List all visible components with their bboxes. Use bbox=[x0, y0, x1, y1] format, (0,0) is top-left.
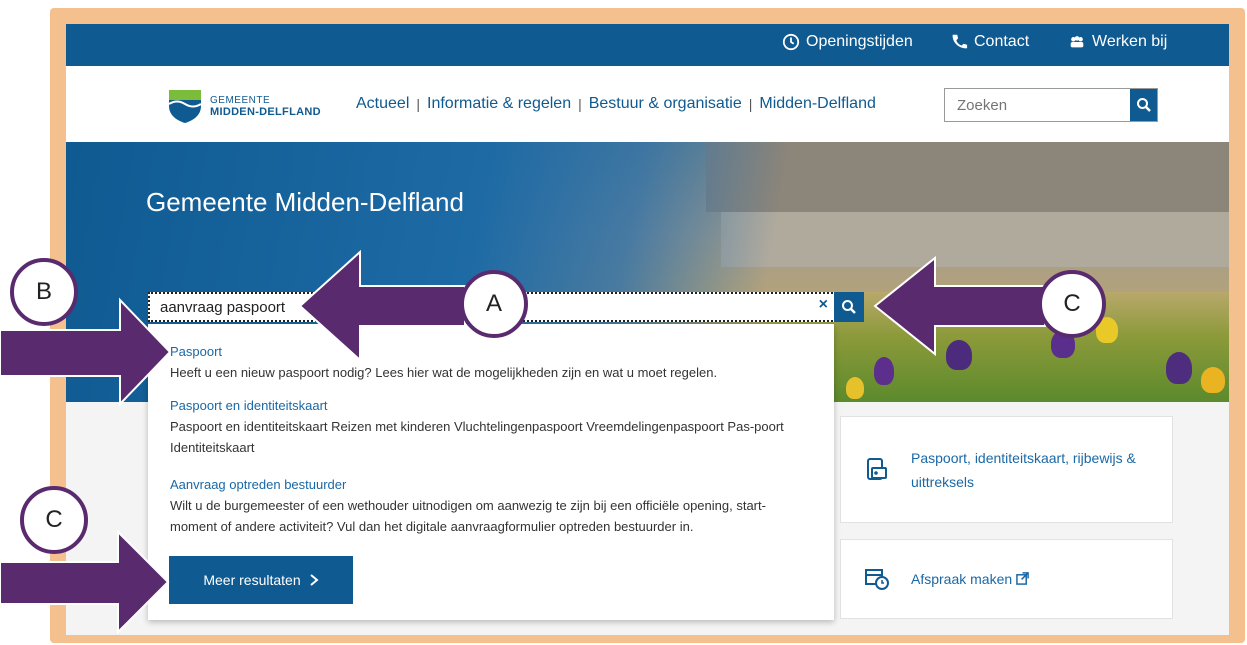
header-search bbox=[944, 88, 1158, 122]
nav-separator: | bbox=[748, 96, 753, 112]
hero-title: Gemeente Midden-Delfland bbox=[146, 187, 464, 217]
result-text: Paspoort en identiteitskaart Reizen met … bbox=[170, 419, 784, 455]
search-icon bbox=[1136, 98, 1151, 112]
werken-bij-link[interactable]: Werken bij bbox=[1068, 33, 1167, 51]
crocus-flower bbox=[1201, 367, 1225, 393]
more-results-label: Meer resultaten bbox=[203, 572, 301, 588]
nav-item-bestuur[interactable]: Bestuur & organisatie bbox=[589, 95, 742, 113]
external-link-icon bbox=[1016, 572, 1029, 585]
result-title[interactable]: Paspoort bbox=[170, 341, 810, 362]
card-afspraak-label: Afspraak maken bbox=[911, 567, 1029, 591]
result-title[interactable]: Aanvraag optreden bestuurder bbox=[170, 474, 810, 495]
nav-separator: | bbox=[416, 96, 421, 112]
nav-separator: | bbox=[578, 96, 582, 112]
nav-item-midden-delfland[interactable]: Midden-Delfland bbox=[759, 95, 876, 113]
result-item[interactable]: Paspoort Heeft u een nieuw paspoort nodi… bbox=[170, 341, 810, 383]
marker-a: A bbox=[460, 270, 528, 338]
crocus-flower bbox=[874, 357, 894, 385]
card-paspoort[interactable]: Paspoort, identiteitskaart, rijbewijs & … bbox=[840, 416, 1173, 523]
openingstijden-label: Openingstijden bbox=[806, 33, 913, 50]
clock-icon bbox=[782, 33, 800, 51]
openingstijden-link[interactable]: Openingstijden bbox=[782, 33, 913, 51]
werken-bij-label: Werken bij bbox=[1092, 33, 1168, 50]
header-search-button[interactable] bbox=[1130, 89, 1157, 121]
card-afspraak-text: Afspraak maken bbox=[911, 571, 1013, 587]
id-card-icon bbox=[867, 457, 887, 480]
logo-line2: MIDDEN-DELFLAND bbox=[210, 105, 321, 118]
marker-c-top: C bbox=[1038, 270, 1106, 338]
municipality-logo[interactable]: GEMEENTE MIDDEN-DELFLAND bbox=[168, 88, 321, 124]
chevron-right-icon bbox=[310, 574, 319, 586]
main-header: GEMEENTE MIDDEN-DELFLAND Actueel | Infor… bbox=[66, 66, 1229, 142]
result-item[interactable]: Paspoort en identiteitskaart Paspoort en… bbox=[170, 395, 810, 458]
hero-search-button[interactable] bbox=[834, 292, 864, 322]
logo-line1: GEMEENTE bbox=[210, 94, 271, 106]
more-results-button[interactable]: Meer resultaten bbox=[169, 556, 353, 604]
result-text: Heeft u een nieuw paspoort nodig? Lees h… bbox=[170, 365, 718, 380]
search-icon bbox=[842, 300, 856, 314]
card-paspoort-label: Paspoort, identiteitskaart, rijbewijs & … bbox=[911, 449, 1136, 490]
result-text: Wilt u de burgemeester of een wethouder … bbox=[170, 498, 766, 534]
crocus-flower bbox=[846, 377, 864, 399]
clear-search-icon[interactable]: × bbox=[819, 296, 828, 314]
calendar-clock-icon bbox=[865, 569, 889, 590]
search-suggestions-dropdown: Paspoort Heeft u een nieuw paspoort nodi… bbox=[148, 324, 834, 620]
marker-c-bottom: C bbox=[20, 486, 88, 554]
crocus-flower bbox=[946, 340, 972, 370]
contact-label: Contact bbox=[974, 33, 1030, 50]
main-nav: Actueel | Informatie & regelen | Bestuur… bbox=[356, 95, 876, 113]
top-bar: Openingstijden Contact Werken bij bbox=[66, 24, 1229, 66]
nav-item-informatie[interactable]: Informatie & regelen bbox=[427, 95, 571, 113]
phone-icon bbox=[952, 34, 968, 49]
result-title[interactable]: Paspoort en identiteitskaart bbox=[170, 395, 810, 416]
header-search-input[interactable] bbox=[945, 89, 1125, 121]
crocus-flower bbox=[1166, 352, 1192, 384]
nav-item-actueel[interactable]: Actueel bbox=[356, 95, 409, 113]
card-afspraak[interactable]: Afspraak maken bbox=[840, 539, 1173, 619]
contact-link[interactable]: Contact bbox=[950, 33, 1029, 51]
people-icon bbox=[1070, 36, 1084, 48]
marker-b: B bbox=[10, 258, 78, 326]
result-item[interactable]: Aanvraag optreden bestuurder Wilt u de b… bbox=[170, 474, 810, 537]
logo-shield-icon bbox=[168, 90, 202, 123]
